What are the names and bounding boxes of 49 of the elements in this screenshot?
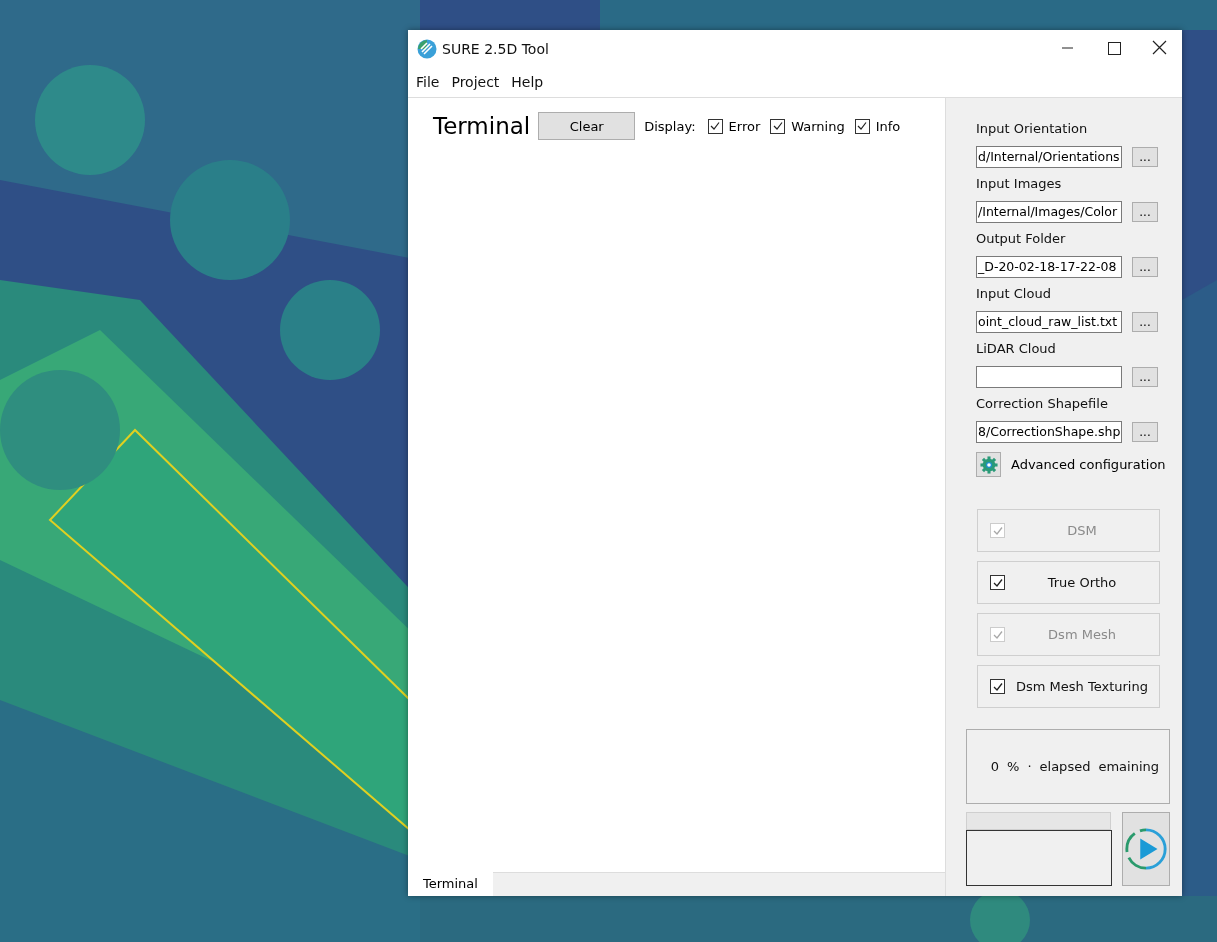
- browse-button[interactable]: ...: [1132, 202, 1158, 222]
- browse-button[interactable]: ...: [1132, 367, 1158, 387]
- progress-text: emaining: [1098, 759, 1159, 774]
- progress-text: elapsed: [1039, 759, 1091, 774]
- logo-icon: [417, 38, 437, 59]
- window-title: SURE 2.5D Tool: [442, 40, 549, 57]
- browse-button[interactable]: ...: [1132, 312, 1158, 332]
- field-label: LiDAR Cloud: [976, 340, 1057, 358]
- filter-label: Warning: [791, 118, 845, 134]
- tab[interactable]: Terminal: [408, 872, 493, 896]
- gear-icon: [979, 455, 998, 474]
- checkbox[interactable]: [707, 118, 723, 134]
- field-label: Input Orientation: [976, 120, 1089, 138]
- browse-button[interactable]: ...: [1132, 147, 1158, 167]
- progress-text: 0: [990, 759, 1000, 774]
- path-field[interactable]: 8/CorrectionShape.shp: [976, 421, 1122, 443]
- display-label: Display:: [644, 118, 696, 134]
- settings-button[interactable]: [976, 452, 1001, 477]
- field-label: Output Folder: [976, 230, 1067, 248]
- field-label: Correction Shapefile: [976, 395, 1109, 413]
- checkbox[interactable]: [990, 575, 1005, 590]
- checkbox[interactable]: [770, 118, 786, 134]
- filter-label: Error: [728, 118, 761, 134]
- advanced-configuration-label: Advanced configuration: [1011, 457, 1166, 472]
- progress-text: %: [1007, 759, 1020, 774]
- terminal-title: Terminal: [433, 113, 531, 139]
- browse-button[interactable]: ...: [1132, 422, 1158, 442]
- path-field[interactable]: /Internal/Images/Color: [976, 201, 1122, 223]
- checkbox[interactable]: [854, 118, 870, 134]
- progress-text: ·: [1027, 759, 1032, 774]
- path-field[interactable]: _D-20-02-18-17-22-08: [976, 256, 1122, 278]
- option-label: DSM: [1066, 523, 1098, 538]
- option-label: Dsm Mesh Texturing: [1015, 679, 1149, 694]
- path-field[interactable]: [976, 366, 1122, 388]
- run-button[interactable]: [1122, 812, 1170, 886]
- menu-item[interactable]: Help: [505, 74, 550, 90]
- play-icon: [1123, 826, 1169, 872]
- path-field[interactable]: d/Internal/Orientations: [976, 146, 1122, 168]
- filter-label: Info: [875, 118, 901, 134]
- menu-item[interactable]: File: [410, 74, 446, 90]
- checkbox[interactable]: [990, 679, 1005, 694]
- browse-button[interactable]: ...: [1132, 257, 1158, 277]
- field-label: Input Images: [976, 175, 1063, 193]
- menu-item[interactable]: Project: [445, 74, 506, 90]
- path-field[interactable]: oint_cloud_raw_list.txt: [976, 311, 1122, 333]
- option-label: Dsm Mesh: [1047, 627, 1117, 642]
- clear-button[interactable]: Clear: [538, 112, 636, 140]
- field-label: Input Cloud: [976, 285, 1052, 303]
- option-label: True Ortho: [1046, 575, 1118, 590]
